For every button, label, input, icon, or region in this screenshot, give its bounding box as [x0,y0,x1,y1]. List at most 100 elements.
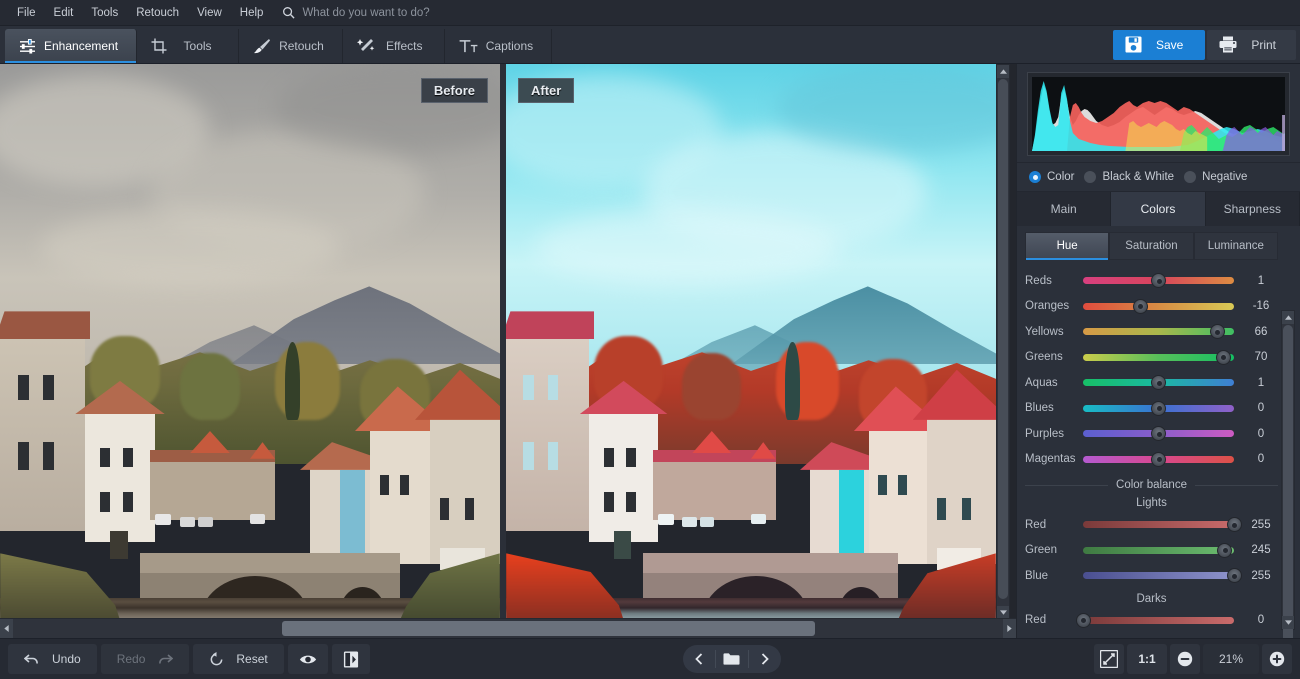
workspace: Before [0,64,1300,638]
radio-black-and-white[interactable]: Black & White [1084,171,1178,183]
viewer-horizontal-scrollbar[interactable] [0,618,1016,638]
actual-size-button[interactable]: 1:1 [1127,644,1167,674]
slider-handle[interactable] [1216,350,1231,365]
scroll-right-icon[interactable] [1003,619,1016,638]
slider-value: 0 [1244,614,1278,626]
menu-retouch[interactable]: Retouch [127,0,188,26]
radio-color[interactable]: Color [1029,171,1078,183]
folder-icon [723,652,740,666]
subtab-saturation[interactable]: Saturation [1109,232,1193,260]
preview-toggle-button[interactable] [288,644,328,674]
panel-scroll-up-icon[interactable] [1282,311,1294,324]
radio-negative[interactable]: Negative [1184,171,1251,183]
slider-row-hue-purples: Purples0 [1025,421,1278,447]
slider-handle[interactable] [1151,401,1166,416]
slider-track[interactable] [1083,426,1234,442]
slider-track[interactable] [1083,375,1234,391]
tab-retouch[interactable]: Retouch [239,29,343,63]
subtab-hue-label: Hue [1057,240,1078,252]
compare-view-button[interactable] [332,644,370,674]
slider-handle[interactable] [1151,426,1166,441]
slider-gradient [1083,354,1234,361]
print-button[interactable]: Print [1207,30,1296,60]
tab-tools[interactable]: Tools [137,29,239,63]
divider-left [1025,485,1108,486]
slider-track[interactable] [1083,349,1234,365]
menu-edit[interactable]: Edit [45,0,83,26]
zoom-in-button[interactable] [1262,644,1292,674]
slider-track[interactable] [1083,400,1234,416]
undo-button[interactable]: Undo [8,644,97,674]
viewer-vertical-scrollbar[interactable] [996,64,1010,620]
slider-value: 255 [1244,570,1278,582]
image-viewer[interactable]: Before [0,64,1016,638]
open-folder-button[interactable] [716,645,748,673]
menu-help[interactable]: Help [231,0,273,26]
tab-enhancement[interactable]: Enhancement [5,29,137,63]
wand-icon [357,38,375,54]
radio-negative-label: Negative [1202,171,1247,183]
after-label: After [518,78,574,103]
adjustments-panel: Color Black & White Negative Main Colors… [1016,64,1300,638]
subtab-hue[interactable]: Hue [1025,232,1109,260]
panel-tab-sharpness[interactable]: Sharpness [1206,192,1300,226]
panel-tab-colors[interactable]: Colors [1111,192,1205,226]
slider-track[interactable] [1083,612,1234,628]
scroll-left-icon[interactable] [0,619,13,638]
fit-to-screen-button[interactable] [1094,644,1124,674]
scroll-up-icon[interactable] [997,65,1009,78]
redo-button[interactable]: Redo [101,644,190,674]
before-pane[interactable]: Before [0,64,500,620]
slider-label: Blues [1025,402,1083,414]
slider-track[interactable] [1083,324,1234,340]
reset-button[interactable]: Reset [193,644,283,674]
menu-file[interactable]: File [8,0,45,26]
print-label: Print [1251,38,1276,52]
slider-track[interactable] [1083,273,1234,289]
slider-handle[interactable] [1151,375,1166,390]
previous-image-button[interactable] [683,645,715,673]
viewer-hscroll-thumb[interactable] [282,621,815,636]
split-view-icon [343,651,359,668]
next-image-button[interactable] [749,645,781,673]
slider-handle[interactable] [1217,543,1232,558]
slider-handle[interactable] [1227,517,1242,532]
slider-track[interactable] [1083,568,1234,584]
panel-scroll-down-icon[interactable] [1282,616,1294,629]
darks-label: Darks [1025,589,1278,608]
tab-effects[interactable]: Effects [343,29,445,63]
slider-handle[interactable] [1133,299,1148,314]
menu-tools[interactable]: Tools [82,0,127,26]
slider-track[interactable] [1083,451,1234,467]
panel-scrollbar[interactable] [1281,310,1295,630]
menu-view[interactable]: View [188,0,231,26]
slider-track[interactable] [1083,517,1234,533]
tab-captions-label: Captions [486,39,533,53]
slider-label: Purples [1025,428,1083,440]
slider-track[interactable] [1083,542,1234,558]
tab-retouch-label: Retouch [279,39,324,53]
fit-to-screen-icon [1100,650,1118,668]
zoom-level-field[interactable]: 21% [1203,644,1259,674]
zoom-controls: 1:1 21% [1094,644,1292,674]
subtab-luminance[interactable]: Luminance [1194,232,1278,260]
zoom-out-button[interactable] [1170,644,1200,674]
slider-handle[interactable] [1227,568,1242,583]
viewer-vscroll-thumb[interactable] [998,79,1008,599]
slider-row-hue-greens: Greens70 [1025,345,1278,371]
slider-track[interactable] [1083,298,1234,314]
tab-captions[interactable]: Captions [445,29,552,63]
slider-handle[interactable] [1151,452,1166,467]
search-box[interactable]: What do you want to do? [282,6,429,19]
color-mode-group: Color Black & White Negative [1017,162,1300,192]
slider-handle[interactable] [1076,613,1091,628]
save-button[interactable]: Save [1113,30,1205,60]
slider-handle[interactable] [1210,324,1225,339]
after-pane[interactable]: After [506,64,996,620]
zoom-level-label: 21% [1219,652,1243,666]
text-icon [459,39,478,54]
panel-tab-main[interactable]: Main [1017,192,1111,226]
lights-label: Lights [1025,493,1278,512]
slider-row-hue-oranges: Oranges-16 [1025,294,1278,320]
slider-handle[interactable] [1151,273,1166,288]
